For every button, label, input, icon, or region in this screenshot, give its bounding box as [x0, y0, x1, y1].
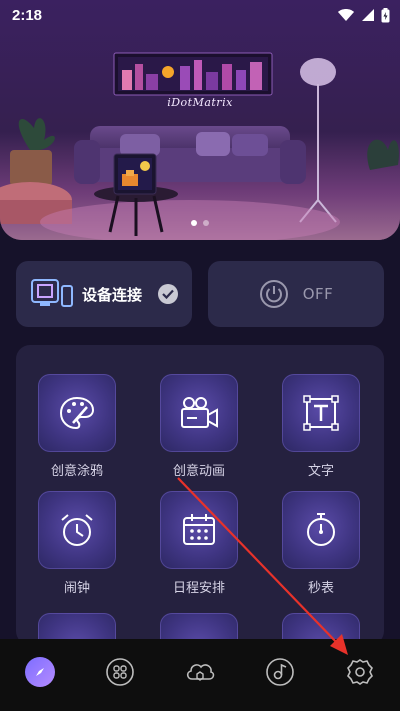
nav-music[interactable] — [260, 652, 300, 692]
power-state-label: OFF — [302, 285, 334, 303]
feature-doodle[interactable]: 创意涂鸦 — [32, 374, 122, 479]
feature-stopwatch-button[interactable] — [282, 491, 360, 569]
palette-icon — [59, 396, 95, 430]
brand-logo-text: iDotMatrix — [167, 96, 233, 109]
power-icon — [259, 280, 288, 308]
carousel-indicator[interactable] — [0, 220, 400, 226]
text-icon — [303, 395, 339, 431]
feature-stopwatch[interactable]: 秒表 — [276, 491, 366, 596]
carousel-dot[interactable] — [191, 220, 197, 226]
feature-schedule[interactable]: 日程安排 — [154, 491, 244, 596]
compass-icon — [25, 657, 55, 687]
feature-alarm-button[interactable] — [38, 491, 116, 569]
hero-banner[interactable]: iDotMatrix — [0, 0, 400, 240]
carousel-dot[interactable] — [203, 220, 209, 226]
feature-animation-button[interactable] — [160, 374, 238, 452]
feature-label: 日程安排 — [172, 581, 225, 596]
nav-settings[interactable] — [340, 652, 380, 692]
feature-label: 闹钟 — [63, 581, 90, 596]
device-icon — [31, 279, 73, 307]
power-toggle-button[interactable]: OFF — [208, 261, 384, 327]
connected-check-icon — [158, 284, 178, 304]
cloud-icon — [186, 664, 215, 681]
feature-grid: 创意涂鸦 创意动画 文字 闹钟 日程安排 秒表 — [16, 345, 384, 645]
nav-home[interactable] — [20, 652, 60, 692]
feature-text[interactable]: 文字 — [276, 374, 366, 479]
wifi-icon — [338, 9, 354, 21]
signal-icon — [362, 9, 374, 21]
status-icons — [337, 7, 390, 23]
status-time: 2:18 — [12, 6, 43, 24]
hero-illustration — [0, 0, 400, 240]
status-bar: 2:18 — [0, 0, 400, 30]
feature-text-button[interactable] — [282, 374, 360, 452]
feature-label: 创意动画 — [172, 464, 225, 479]
feature-label: 文字 — [307, 464, 334, 479]
feature-alarm[interactable]: 闹钟 — [32, 491, 122, 596]
feature-schedule-button[interactable] — [160, 491, 238, 569]
alarm-clock-icon — [61, 514, 93, 546]
feature-animation[interactable]: 创意动画 — [154, 374, 244, 479]
video-camera-icon — [181, 397, 218, 428]
bottom-navigation — [0, 639, 400, 711]
nav-cloud[interactable] — [180, 652, 220, 692]
feature-label: 创意涂鸦 — [50, 464, 103, 479]
device-connection-card[interactable]: 设备连接 — [16, 261, 192, 327]
feature-label: 秒表 — [307, 581, 334, 596]
music-icon — [266, 658, 294, 686]
battery-icon — [381, 7, 390, 22]
grid-icon — [106, 658, 134, 686]
settings-icon — [347, 659, 373, 685]
calendar-icon — [183, 514, 215, 545]
device-connection-label: 设备连接 — [82, 285, 143, 304]
nav-apps[interactable] — [100, 652, 140, 692]
feature-doodle-button[interactable] — [38, 374, 116, 452]
stopwatch-icon — [307, 513, 335, 546]
